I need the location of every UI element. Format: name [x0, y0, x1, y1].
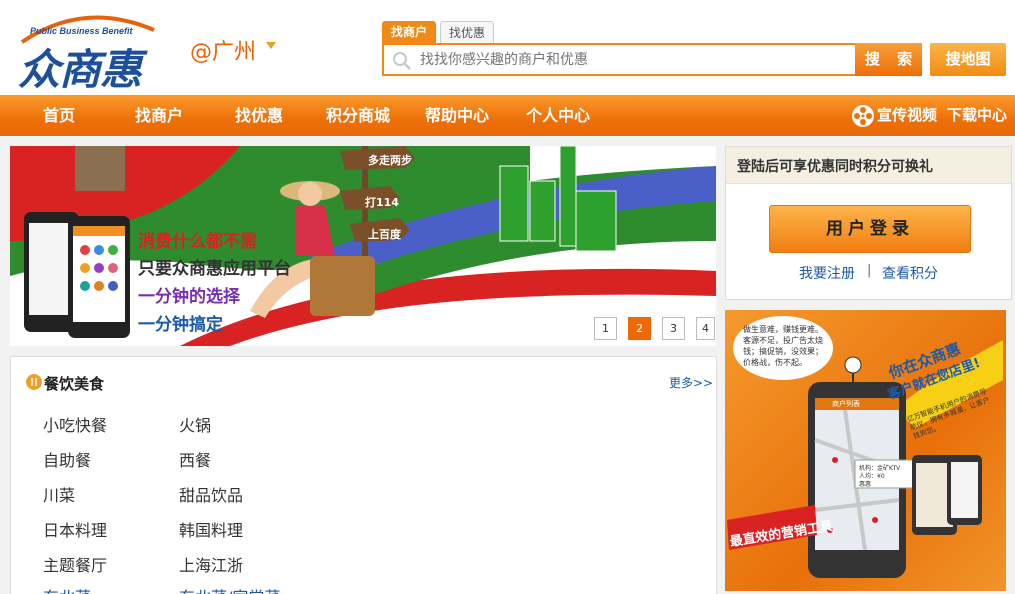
view-points-link[interactable]: 查看积分 — [882, 263, 938, 283]
app-advertisement[interactable]: 做生意难，赚钱更难。客源不足，投广告太烧钱；搞促销，没效果；价格战，伤不起。 你… — [725, 310, 1006, 591]
nav-find-deal[interactable]: 找优惠 — [235, 95, 283, 136]
tab-find-deal[interactable]: 找优惠 — [440, 21, 494, 44]
city-dropdown-icon[interactable] — [266, 42, 276, 49]
category-title: 餐饮美食 — [44, 375, 105, 393]
link-separator: | — [867, 263, 872, 278]
nav-promo-video[interactable]: 宣传视频 — [877, 95, 937, 136]
logo-chinese: 众商惠 — [18, 45, 142, 94]
search-icon — [393, 52, 411, 70]
banner-sign-2: 打114 — [365, 196, 399, 209]
search-button[interactable]: 搜 索 — [855, 43, 922, 76]
banner-slogan-2: 只要众商惠应用平台 — [138, 259, 291, 279]
site-header: Public Business Benefit 众商惠 @广州 找商户 找优惠 … — [0, 0, 1015, 95]
banner-sign-3: 上百度 — [368, 228, 401, 241]
city-selector[interactable]: @广州 — [190, 34, 256, 66]
ad-phone-title: 商户列表 — [832, 400, 860, 408]
category-item[interactable]: 小吃快餐 — [43, 412, 107, 436]
banner-sign-1: 多走两步 — [368, 154, 412, 167]
logo-english: Public Business Benefit — [30, 26, 133, 36]
banner-page-4[interactable]: 4 — [696, 317, 715, 340]
category-more-link[interactable]: 更多>> — [669, 374, 713, 391]
tab-find-merchant[interactable]: 找商户 — [382, 21, 436, 44]
category-item[interactable]: 西餐 — [179, 447, 211, 471]
category-item[interactable]: 日本料理 — [43, 517, 107, 541]
search-box — [382, 43, 857, 76]
ad-bubble-text: 做生意难，赚钱更难。客源不足，投广告太烧钱；搞促销，没效果；价格战，伤不起。 — [743, 325, 823, 367]
film-reel-icon[interactable] — [851, 104, 875, 128]
ad-card-line-3: 惠惠 — [859, 481, 872, 488]
banner-artwork — [10, 146, 716, 346]
category-item[interactable]: 韩国料理 — [179, 517, 243, 541]
nav-help-center[interactable]: 帮助中心 — [425, 95, 489, 136]
banner-slogan-3: 一分钟的选择 — [138, 287, 240, 307]
category-item[interactable]: 东北菜/家常菜 — [179, 584, 280, 594]
nav-download-center[interactable]: 下载中心 — [947, 95, 1007, 136]
site-logo[interactable]: Public Business Benefit 众商惠 — [14, 12, 169, 94]
category-item[interactable]: 东北菜 — [43, 584, 91, 594]
nav-personal-center[interactable]: 个人中心 — [526, 95, 590, 136]
login-panel: 登陆后可享优惠同时积分可换礼 用户登录 我要注册 | 查看积分 — [725, 146, 1012, 300]
food-category-icon — [26, 374, 42, 390]
banner-page-2[interactable]: 2 — [628, 317, 651, 340]
login-panel-header: 登陆后可享优惠同时积分可换礼 — [726, 147, 1011, 184]
user-login-button[interactable]: 用户登录 — [769, 205, 971, 253]
category-item[interactable]: 甜品饮品 — [179, 482, 243, 506]
search-map-button[interactable]: 搜地图 — [930, 43, 1006, 76]
category-item[interactable]: 自助餐 — [43, 447, 91, 471]
register-link[interactable]: 我要注册 — [799, 263, 855, 283]
banner-page-3[interactable]: 3 — [662, 317, 685, 340]
nav-find-merchant[interactable]: 找商户 — [135, 95, 183, 136]
category-item[interactable]: 川菜 — [43, 482, 75, 506]
category-item[interactable]: 上海江浙 — [179, 552, 243, 576]
category-item[interactable]: 主题餐厅 — [43, 552, 107, 576]
banner-slogan-1: 消费什么都不需 — [138, 232, 257, 252]
banner-page-1[interactable]: 1 — [594, 317, 617, 340]
nav-home[interactable]: 首页 — [43, 95, 75, 136]
promo-banner[interactable]: 消费什么都不需 只要众商惠应用平台 一分钟的选择 一分钟搞定 多走两步 打114… — [10, 146, 716, 346]
category-item[interactable]: 火锅 — [179, 412, 211, 436]
category-panel — [10, 356, 717, 594]
search-input[interactable] — [420, 49, 850, 71]
nav-points-mall[interactable]: 积分商城 — [326, 95, 390, 136]
banner-slogan-4: 一分钟搞定 — [138, 315, 223, 335]
